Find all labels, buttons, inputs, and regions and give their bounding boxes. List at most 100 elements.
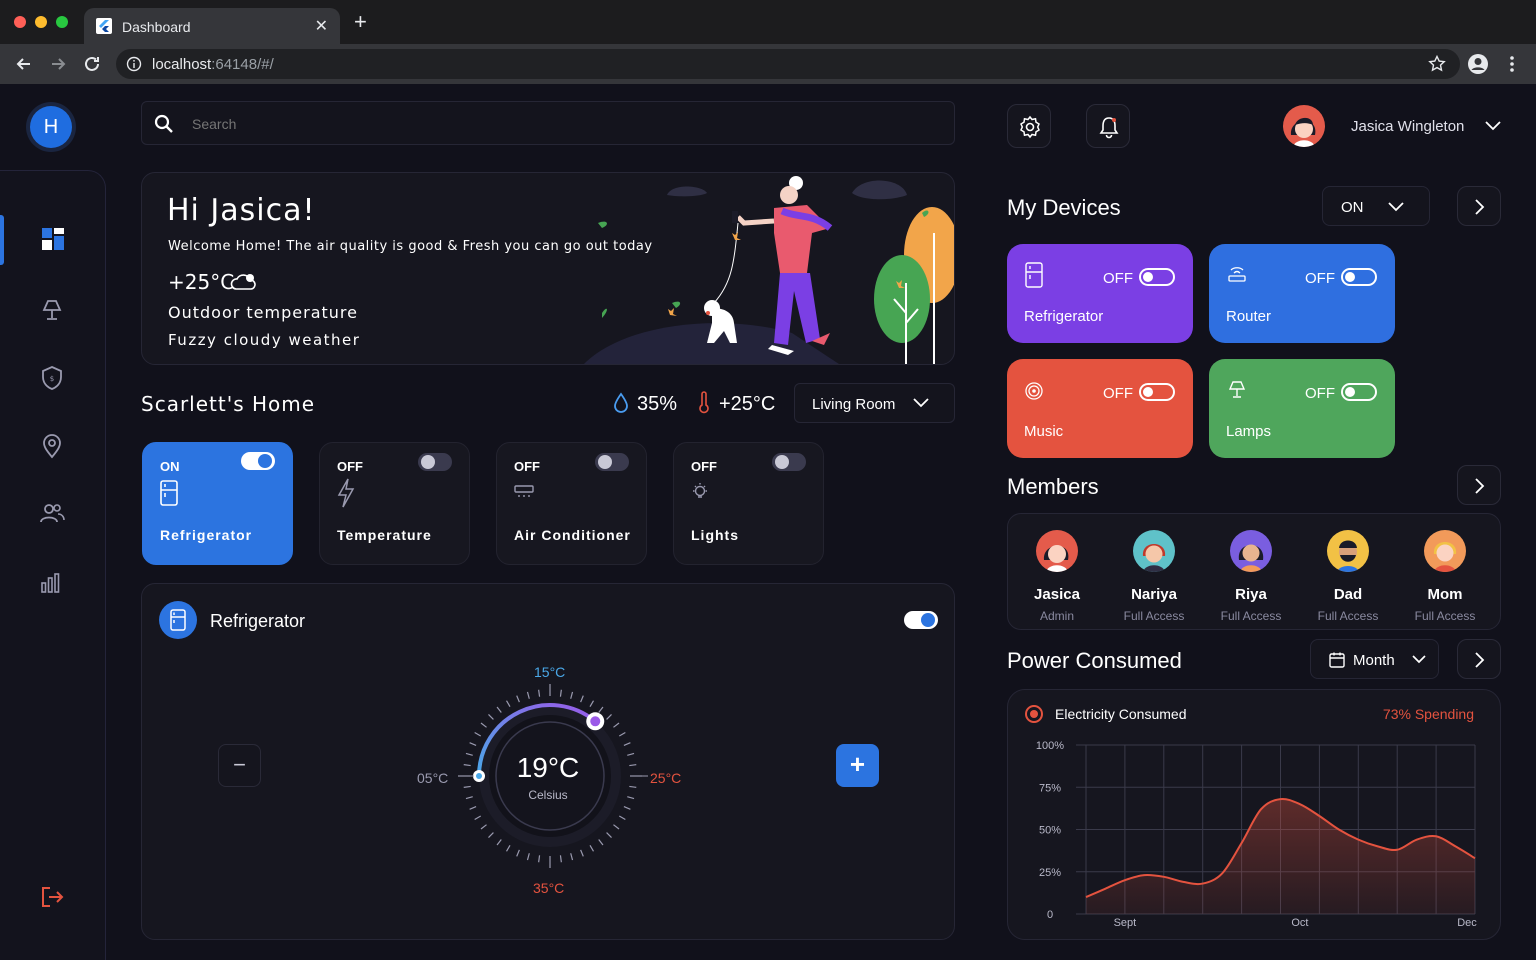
dial-tick [606, 832, 612, 838]
dial-tick [589, 700, 595, 708]
new-tab-button[interactable]: + [354, 11, 367, 33]
devices-next-button[interactable] [1457, 186, 1501, 226]
member-riya[interactable]: Riya Full Access [1206, 530, 1296, 623]
device-toggle[interactable] [1139, 383, 1175, 401]
avatar-illustration [1290, 117, 1316, 147]
svg-text:$: $ [50, 375, 54, 383]
fridge-icon [170, 609, 186, 631]
device-toggle[interactable] [1341, 268, 1377, 286]
decrease-button[interactable]: − [218, 744, 261, 787]
member-role: Full Access [1123, 609, 1185, 623]
members-next-button[interactable] [1457, 465, 1501, 505]
period-select[interactable]: Month [1310, 639, 1439, 679]
thermostat-toggle[interactable] [904, 611, 938, 629]
control-temperature[interactable]: OFF Temperature [319, 442, 470, 565]
power-next-button[interactable] [1457, 639, 1501, 679]
chevron-down-icon [1388, 202, 1404, 212]
user-avatar[interactable] [1283, 105, 1325, 147]
control-status: OFF [691, 459, 717, 474]
dial-tick [538, 689, 541, 697]
dial-tick [629, 785, 637, 788]
chevron-right-icon [1475, 478, 1485, 494]
dial-value: 19°C [516, 752, 580, 783]
close-tab-icon[interactable]: ✕ [315, 16, 328, 36]
info-icon[interactable] [126, 56, 142, 72]
member-nariya[interactable]: Nariya Full Access [1109, 530, 1199, 623]
refrigerator-toggle[interactable] [241, 452, 275, 470]
outdoor-temp: +25°C [168, 270, 235, 294]
bookmark-star-icon[interactable] [1428, 55, 1446, 73]
device-status: OFF [1103, 385, 1133, 402]
lights-toggle[interactable] [772, 453, 806, 471]
device-lamps[interactable]: OFF Lamps [1209, 359, 1395, 458]
control-name: Air Conditioner [514, 527, 631, 543]
settings-button[interactable] [1007, 104, 1051, 148]
forward-arrow-icon[interactable] [48, 54, 68, 74]
app-logo[interactable]: H [30, 106, 72, 148]
logout-icon[interactable] [38, 883, 66, 911]
control-air-conditioner[interactable]: OFF Air Conditioner [496, 442, 647, 565]
member-jasica[interactable]: Jasica Admin [1012, 530, 1102, 623]
dial-tick [474, 815, 482, 821]
x-tick-label: Oct [1291, 917, 1308, 929]
profile-icon[interactable] [1467, 53, 1489, 75]
browser-tab[interactable]: Dashboard ✕ [84, 8, 340, 44]
back-arrow-icon[interactable] [14, 54, 34, 74]
temperature-toggle[interactable] [418, 453, 452, 471]
shield-icon[interactable]: $ [38, 364, 66, 392]
period-value: Month [1353, 652, 1395, 669]
close-window-button[interactable] [14, 16, 26, 28]
dial-tick [580, 695, 584, 703]
reload-icon[interactable] [82, 54, 102, 74]
tab-bar: Dashboard ✕ + [0, 0, 1536, 44]
device-toggle[interactable] [1139, 268, 1175, 286]
user-name[interactable]: Jasica Wingleton [1351, 118, 1464, 135]
lamp-icon[interactable] [38, 296, 66, 324]
browser-toolbar: localhost:64148/#/ [0, 44, 1536, 84]
dial-tick [463, 785, 471, 788]
dial-tick [516, 849, 520, 857]
device-refrigerator[interactable]: OFF Refrigerator [1007, 244, 1193, 343]
member-dad[interactable]: Dad Full Access [1303, 530, 1393, 623]
dial-tick [505, 700, 511, 708]
location-pin-icon[interactable] [38, 432, 66, 460]
member-name: Nariya [1131, 586, 1177, 603]
dial-label-bottom: 35°C [533, 880, 565, 896]
dial-label-left: 05°C [417, 770, 449, 786]
device-music[interactable]: OFF Music [1007, 359, 1193, 458]
devices-filter-select[interactable]: ON [1322, 186, 1430, 226]
dial-tick [580, 849, 584, 857]
notifications-button[interactable] [1086, 104, 1130, 148]
ac-toggle[interactable] [595, 453, 629, 471]
address-bar[interactable]: localhost:64148/#/ [116, 49, 1460, 79]
search-bar[interactable] [141, 101, 955, 145]
minimize-window-button[interactable] [35, 16, 47, 28]
url-text: localhost:64148/#/ [152, 56, 274, 73]
member-role: Full Access [1317, 609, 1379, 623]
room-select[interactable]: Living Room [794, 383, 955, 423]
fridge-icon [1025, 262, 1043, 288]
member-mom[interactable]: Mom Full Access [1400, 530, 1490, 623]
control-status: OFF [514, 459, 540, 474]
device-status: OFF [1305, 385, 1335, 402]
search-input[interactable] [192, 114, 892, 134]
bar-chart-icon[interactable] [38, 568, 66, 596]
chevron-down-icon[interactable] [1484, 120, 1502, 132]
device-toggle[interactable] [1341, 383, 1377, 401]
control-refrigerator[interactable]: ON Refrigerator [142, 442, 293, 565]
dial-unit: Celsius [528, 788, 568, 802]
calendar-icon [1329, 652, 1345, 668]
dial-tick [613, 722, 620, 728]
increase-button[interactable]: + [836, 744, 879, 787]
dashboard-icon[interactable] [40, 226, 68, 254]
browser-menu-icon[interactable] [1506, 54, 1518, 74]
members-title: Members [1007, 474, 1099, 499]
member-name: Mom [1427, 586, 1463, 603]
device-router[interactable]: OFF Router [1209, 244, 1395, 343]
dial-tick [538, 855, 541, 863]
y-tick-label: 50% [1039, 825, 1061, 837]
dial-tick [488, 714, 494, 720]
control-lights[interactable]: OFF Lights [673, 442, 824, 565]
maximize-window-button[interactable] [56, 16, 68, 28]
users-icon[interactable] [38, 500, 66, 528]
